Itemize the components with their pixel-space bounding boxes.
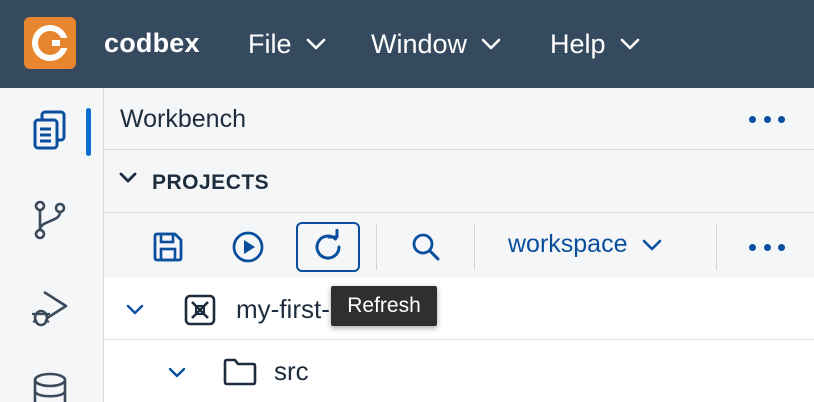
panel-header: Workbench xyxy=(104,88,814,150)
toolbar-separator xyxy=(474,224,475,270)
menu-window-label: Window xyxy=(371,28,468,59)
activity-bar xyxy=(0,88,104,402)
debug-icon xyxy=(32,290,68,327)
chevron-down-icon xyxy=(481,38,501,50)
menu-file-label: File xyxy=(248,28,292,59)
panel-more-button[interactable] xyxy=(749,113,785,125)
tree-item-project[interactable]: my-first-project xyxy=(104,278,814,340)
chevron-down-icon xyxy=(642,239,661,250)
refresh-button[interactable] xyxy=(296,222,360,272)
git-branch-icon xyxy=(34,200,66,240)
workspace-select[interactable]: workspace xyxy=(508,230,662,259)
folder-icon xyxy=(223,358,257,386)
activity-debug[interactable] xyxy=(28,286,72,330)
menu-window[interactable]: Window xyxy=(371,26,501,62)
files-icon xyxy=(33,110,66,150)
tree-item-folder-label: src xyxy=(274,356,309,386)
chevron-down-icon xyxy=(126,304,144,315)
projects-toolbar: workspace xyxy=(104,214,814,278)
panel-title: Workbench xyxy=(120,105,246,133)
save-icon xyxy=(153,232,183,262)
save-button[interactable] xyxy=(136,222,200,272)
more-dot xyxy=(778,243,785,251)
menu-help-label: Help xyxy=(550,28,606,59)
app-brand: codbex xyxy=(104,28,200,58)
search-button[interactable] xyxy=(394,222,458,272)
projects-section-header[interactable]: PROJECTS xyxy=(104,151,814,213)
more-dot xyxy=(763,115,771,123)
app-logo[interactable] xyxy=(24,17,76,69)
more-dot xyxy=(763,243,771,251)
chevron-down-icon xyxy=(306,38,325,50)
refresh-icon xyxy=(315,229,341,260)
section-title: PROJECTS xyxy=(152,171,270,194)
activity-git[interactable] xyxy=(28,198,72,242)
more-dot xyxy=(749,115,756,123)
app-header: codbex File Window Help xyxy=(0,0,814,88)
more-dot xyxy=(778,115,785,123)
refresh-tooltip: Refresh xyxy=(331,286,437,326)
toolbar-separator xyxy=(376,224,377,270)
chevron-down-icon xyxy=(168,367,186,378)
chevron-down-icon xyxy=(119,172,137,183)
run-icon xyxy=(232,231,264,263)
codbex-logo-icon xyxy=(32,25,70,61)
workspace-select-label: workspace xyxy=(508,230,628,258)
menu-help[interactable]: Help xyxy=(550,26,640,62)
run-button[interactable] xyxy=(216,222,280,272)
activity-explorer[interactable] xyxy=(28,108,72,152)
project-tree: my-first-project src xyxy=(104,278,814,402)
toolbar-separator xyxy=(716,224,717,270)
chevron-down-icon xyxy=(620,38,639,50)
activity-database[interactable] xyxy=(28,368,72,402)
toolbar-more-button[interactable] xyxy=(749,241,785,253)
more-dot xyxy=(749,243,756,251)
database-icon xyxy=(33,372,67,402)
project-icon xyxy=(184,294,216,326)
tree-item-folder[interactable]: src xyxy=(104,341,814,402)
active-indicator xyxy=(86,108,91,156)
workbench-panel: Workbench PROJECTS workspace my-first-pr… xyxy=(104,88,814,402)
search-icon xyxy=(412,233,440,261)
menu-file[interactable]: File xyxy=(248,26,326,62)
